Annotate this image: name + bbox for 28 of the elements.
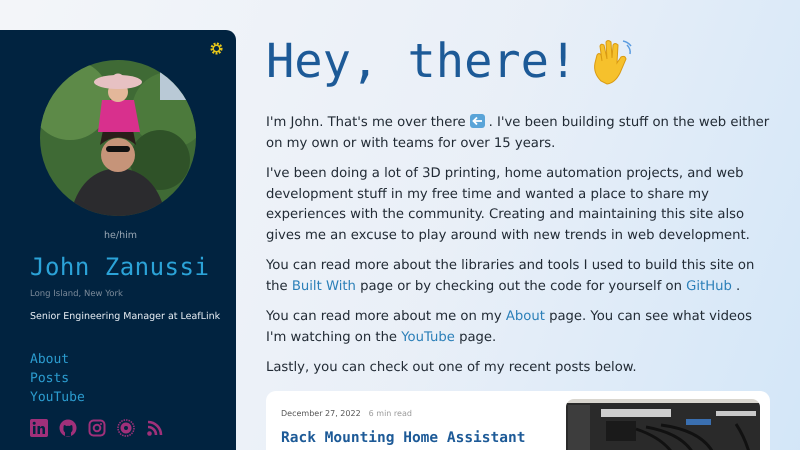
nav-link[interactable]: About xyxy=(30,352,70,367)
job-title: Senior Engineering Manager at LeafLink xyxy=(30,311,220,322)
left-arrow-icon xyxy=(470,114,485,128)
pronouns: he/him xyxy=(104,230,137,241)
text-link[interactable]: YouTube xyxy=(401,330,455,344)
settings-icon[interactable] xyxy=(210,42,223,55)
read-time: 6 min read xyxy=(368,408,412,418)
podcast-icon[interactable] xyxy=(117,419,135,437)
post-date: December 27, 2022 xyxy=(281,408,361,418)
page-heading: Hey, there! xyxy=(266,34,578,89)
intro-paragraph: I've been doing a lot of 3D printing, home automation projects, and web development stuff in my free time and wanted a place to share my experiences with the community. Creating and maintaining this site also gives me an excuse to play around with new trends in web development. xyxy=(266,165,751,244)
post-card[interactable]: December 27, 2022 6 min read Rack Mounting Home Assistant xyxy=(266,390,770,450)
nav-link[interactable]: YouTube xyxy=(30,390,85,405)
instagram-icon[interactable] xyxy=(88,419,106,437)
intro-paragraph: I'm John. That's me over there . I've been building stuff on the web either on my own or with teams for over 15 years. xyxy=(266,113,770,152)
text-link[interactable]: GitHub xyxy=(686,278,732,294)
author-name: John Zanussi xyxy=(30,253,210,281)
linkedin-icon[interactable] xyxy=(30,419,48,437)
intro-paragraph: You can read more about the libraries and tools I used to build this site on the Built With page or by checking out the code for yourself on GitHub . xyxy=(266,257,756,296)
intro-paragraph: Lastly, you can check out one of my recent posts below. xyxy=(266,359,638,377)
post-title[interactable]: Rack Mounting Home Assistant xyxy=(281,430,526,446)
github-icon[interactable] xyxy=(59,419,77,437)
intro-paragraph: You can read more about me on my About page. You can see what videos I'm watching on the YouTube page. xyxy=(266,308,753,346)
text-link[interactable]: About xyxy=(506,309,545,324)
rss-icon[interactable] xyxy=(146,419,164,437)
location: Long Island, New York xyxy=(30,289,123,299)
text-link[interactable]: Built With xyxy=(292,278,356,294)
nav-link[interactable]: Posts xyxy=(30,371,70,386)
